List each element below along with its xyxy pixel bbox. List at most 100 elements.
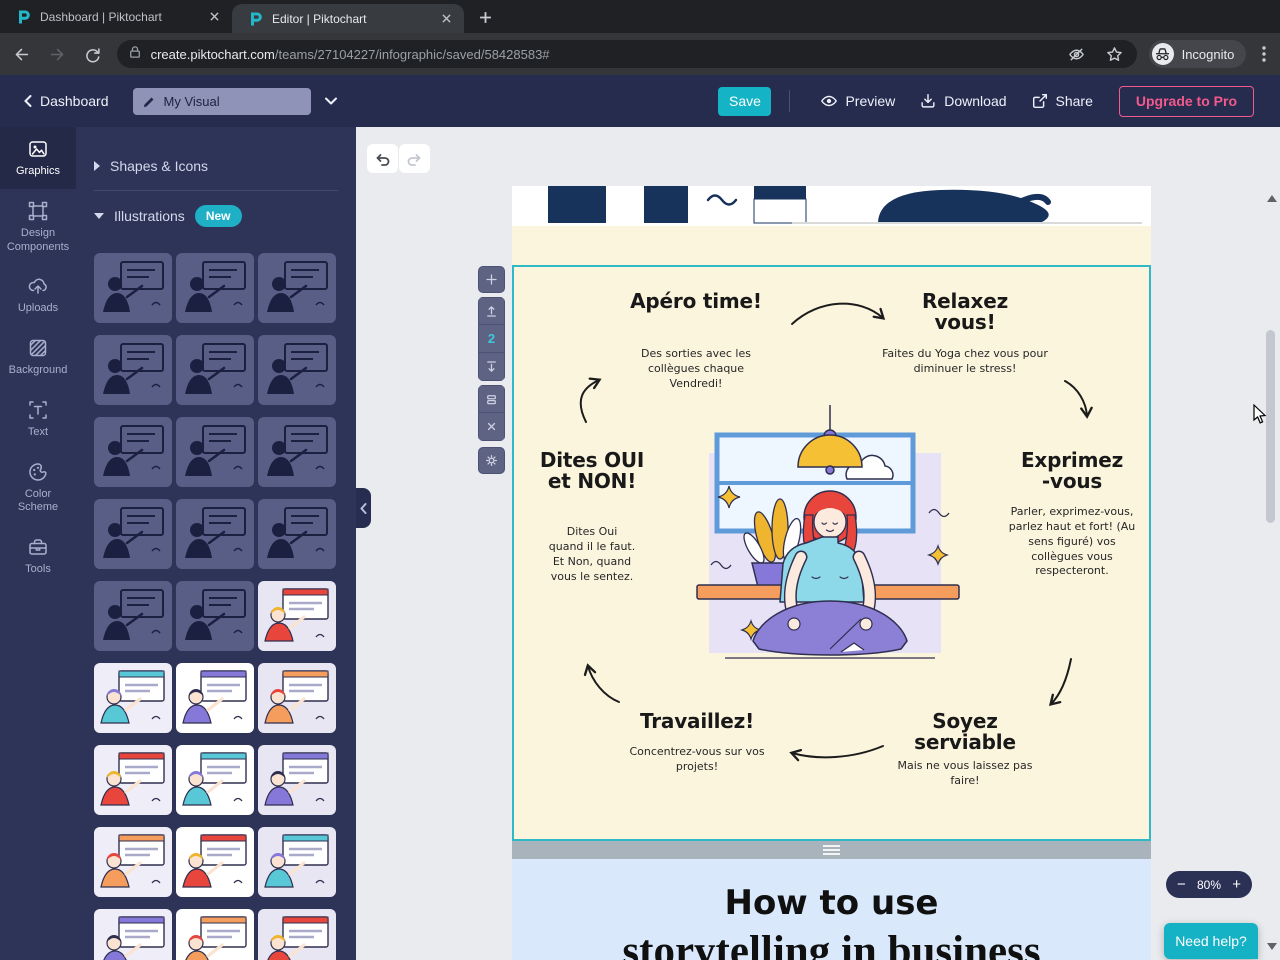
illustration-3[interactable]: [258, 253, 336, 323]
scrollbar-thumb[interactable]: [1266, 330, 1275, 523]
preview-button[interactable]: Preview: [820, 92, 895, 110]
illustration-9[interactable]: [258, 417, 336, 487]
illustration-2[interactable]: [176, 253, 254, 323]
scrollbar-up-arrow[interactable]: [1267, 195, 1277, 202]
illustration-5[interactable]: [176, 335, 254, 405]
undo-button[interactable]: [367, 144, 398, 173]
tab-editor[interactable]: Editor | Piktochart: [232, 4, 464, 33]
illustration-11[interactable]: [176, 499, 254, 569]
editor-canvas: Apéro time! Des sorties avec les collègu…: [356, 127, 1280, 960]
close-icon[interactable]: [206, 9, 222, 25]
chevron-down-icon[interactable]: [324, 92, 337, 110]
illustration-8[interactable]: [176, 417, 254, 487]
save-button[interactable]: Save: [718, 86, 772, 116]
upgrade-to-pro-button[interactable]: Upgrade to Pro: [1118, 85, 1254, 117]
redo-button[interactable]: [399, 144, 430, 173]
section-illustrations[interactable]: Illustrations New: [94, 205, 242, 227]
need-help-button[interactable]: Need help?: [1164, 923, 1258, 959]
sidebar-item-color-scheme[interactable]: Color Scheme: [0, 450, 76, 526]
address-bar[interactable]: create.piktochart.com/teams/27104227/inf…: [116, 40, 1137, 68]
illustration-19[interactable]: [94, 745, 172, 815]
info-title-dites[interactable]: Dites OUI et NON!: [530, 450, 654, 492]
zoom-out-button[interactable]: −: [1177, 877, 1186, 892]
scrollbar-down-arrow[interactable]: [1267, 943, 1277, 950]
illustration-21[interactable]: [258, 745, 336, 815]
tab-title: Editor | Piktochart: [272, 11, 367, 26]
document-title-field[interactable]: My Visual: [132, 87, 311, 115]
forward-icon[interactable]: [44, 40, 72, 68]
illustration-17[interactable]: [176, 663, 254, 733]
lock-icon: [129, 45, 141, 64]
illustration-16[interactable]: [94, 663, 172, 733]
add-block-button[interactable]: [478, 266, 505, 293]
duplicate-block-button[interactable]: [478, 385, 505, 413]
info-body-relaxez[interactable]: Faites du Yoga chez vous pour diminuer l…: [878, 347, 1052, 377]
illustration-7[interactable]: [94, 417, 172, 487]
tab-dashboard[interactable]: Dashboard | Piktochart: [0, 0, 232, 33]
page-block-3[interactable]: How to use storytelling in business: [512, 859, 1151, 960]
back-to-dashboard[interactable]: Dashboard: [24, 93, 109, 109]
download-button[interactable]: Download: [919, 92, 1007, 110]
illustration-1[interactable]: [94, 253, 172, 323]
cloud-upload-icon: [28, 278, 47, 294]
info-body-travaillez[interactable]: Concentrez-vous sur vos projets!: [612, 745, 782, 775]
page-block-2-selected[interactable]: Apéro time! Des sorties avec les collègu…: [512, 265, 1151, 841]
sidebar-item-text[interactable]: Text: [0, 388, 76, 450]
next-block-subtitle[interactable]: storytelling in business: [512, 927, 1151, 960]
illustration-13[interactable]: [94, 581, 172, 651]
illustration-27[interactable]: [258, 909, 336, 960]
info-body-exprimez[interactable]: Parler, exprimez-vous, parlez haut et fo…: [1008, 505, 1136, 579]
sidebar-item-graphics[interactable]: Graphics: [0, 127, 76, 189]
illustration-12[interactable]: [258, 499, 336, 569]
info-body-apero[interactable]: Des sorties avec les collègues chaque Ve…: [625, 347, 767, 392]
browser-tab-strip: Dashboard | Piktochart Editor | Piktocha…: [0, 0, 1280, 33]
share-button[interactable]: Share: [1031, 92, 1093, 110]
x-icon: [487, 422, 496, 431]
illustration-10[interactable]: [94, 499, 172, 569]
panel-collapse-handle[interactable]: [356, 488, 371, 528]
illustration-26[interactable]: [176, 909, 254, 960]
info-title-exprimez[interactable]: Exprimez -vous: [1004, 450, 1140, 492]
illustration-4[interactable]: [94, 335, 172, 405]
illustration-18[interactable]: [258, 663, 336, 733]
zoom-in-button[interactable]: +: [1232, 877, 1241, 892]
info-title-soyez[interactable]: Soyez serviable: [887, 711, 1043, 753]
divider: [789, 90, 791, 112]
sidebar-item-design-components[interactable]: Design Components: [0, 189, 76, 265]
insert-block-above-button[interactable]: [478, 297, 505, 325]
illustration-22[interactable]: [94, 827, 172, 897]
back-icon[interactable]: [8, 40, 36, 68]
illustration-20[interactable]: [176, 745, 254, 815]
background-icon: [29, 339, 47, 357]
new-tab-button[interactable]: [472, 4, 498, 30]
delete-block-button[interactable]: [478, 413, 505, 441]
bookmark-star-icon[interactable]: [1103, 42, 1127, 66]
next-block-title[interactable]: How to use: [512, 883, 1151, 923]
illustration-14[interactable]: [176, 581, 254, 651]
eye-off-icon[interactable]: [1065, 42, 1089, 66]
info-body-soyez[interactable]: Mais ne vous laissez pas faire!: [891, 759, 1039, 789]
meditation-illustration[interactable]: [695, 405, 965, 681]
info-title-apero[interactable]: Apéro time!: [616, 291, 776, 312]
section-shapes-icons[interactable]: Shapes & Icons: [94, 158, 208, 174]
block-separator[interactable]: [512, 841, 1151, 859]
toolbox-icon: [29, 539, 47, 555]
browser-menu-icon[interactable]: [1254, 40, 1274, 68]
info-title-travaillez[interactable]: Travaillez!: [612, 711, 782, 732]
page-block-1[interactable]: [512, 186, 1151, 265]
info-title-relaxez[interactable]: Relaxez vous!: [883, 291, 1047, 333]
illustration-25[interactable]: [94, 909, 172, 960]
illustration-6[interactable]: [258, 335, 336, 405]
block-settings-button[interactable]: [478, 447, 505, 474]
illustration-23[interactable]: [176, 827, 254, 897]
palette-icon: [29, 462, 47, 481]
sidebar-item-tools[interactable]: Tools: [0, 525, 76, 587]
insert-block-below-button[interactable]: [478, 353, 505, 381]
illustration-24[interactable]: [258, 827, 336, 897]
sidebar-item-uploads[interactable]: Uploads: [0, 264, 76, 326]
info-body-dites[interactable]: Dites Oui quand il le faut. Et Non, quan…: [548, 525, 636, 584]
reload-icon[interactable]: [79, 40, 107, 68]
sidebar-item-background[interactable]: Background: [0, 326, 76, 388]
close-icon[interactable]: [438, 11, 454, 27]
illustration-15[interactable]: [258, 581, 336, 651]
